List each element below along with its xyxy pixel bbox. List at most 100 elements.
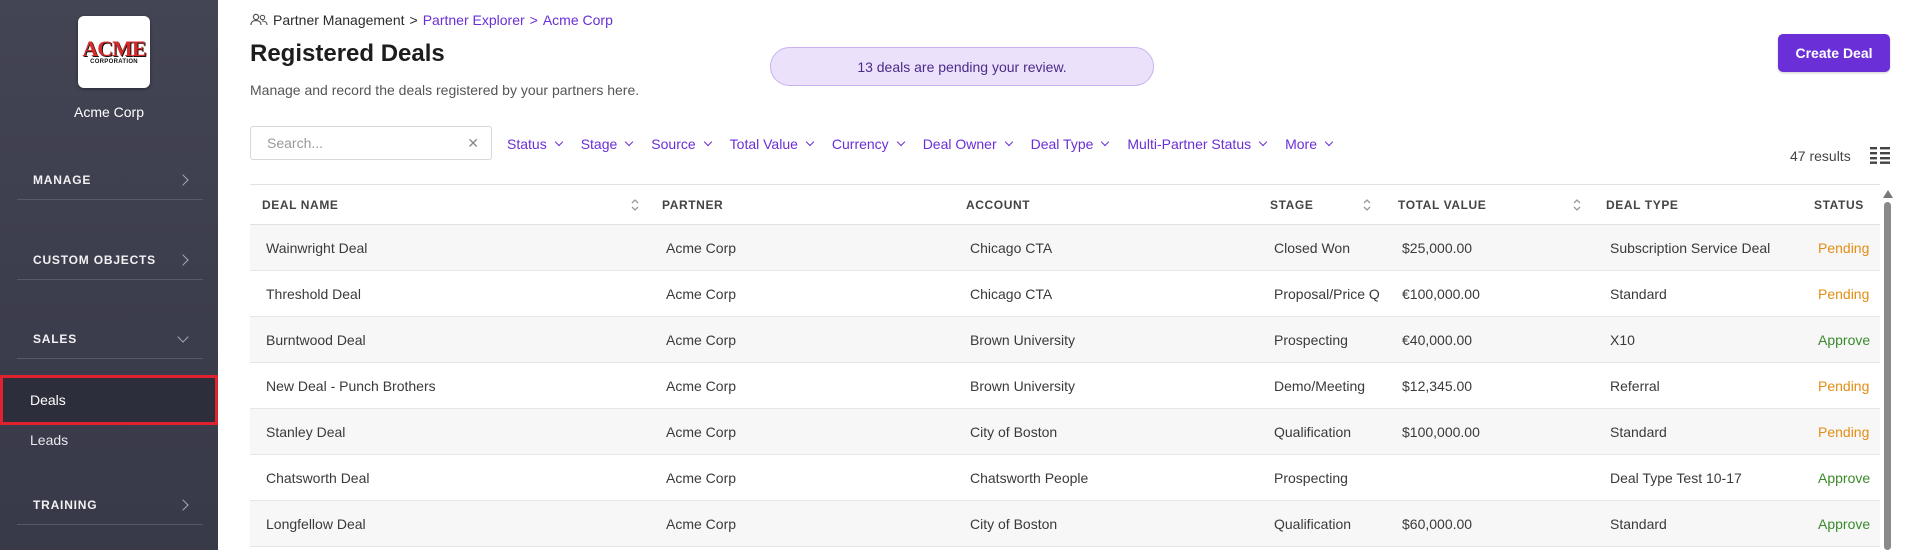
search-input[interactable] bbox=[267, 135, 457, 151]
breadcrumb-root: Partner Management bbox=[273, 12, 405, 28]
cell-account: City of Boston bbox=[970, 516, 1058, 532]
create-deal-button[interactable]: Create Deal bbox=[1778, 34, 1890, 72]
column-header-total-value[interactable]: TOTAL VALUE bbox=[1398, 198, 1486, 212]
table-row[interactable]: Longfellow Deal Acme Corp City of Boston… bbox=[250, 501, 1880, 547]
scroll-thumb[interactable] bbox=[1884, 202, 1891, 550]
results-count: 47 results bbox=[1790, 148, 1851, 164]
filter-label: Deal Type bbox=[1030, 136, 1094, 152]
sidebar-item-leads[interactable]: Leads bbox=[0, 418, 218, 462]
filter-deal-type[interactable]: Deal Type bbox=[1030, 136, 1110, 152]
sort-icon[interactable] bbox=[1572, 197, 1582, 213]
filter-label: Status bbox=[507, 136, 547, 152]
columns-icon[interactable] bbox=[1870, 146, 1890, 164]
cell-partner: Acme Corp bbox=[666, 424, 737, 440]
cell-stage: Qualification bbox=[1274, 424, 1352, 440]
chevron-down-icon bbox=[805, 137, 815, 147]
cell-status: Pending bbox=[1818, 240, 1870, 256]
sidebar-section-label: MANAGE bbox=[33, 172, 92, 187]
chevron-down-icon bbox=[554, 137, 563, 147]
table-row[interactable]: Threshold Deal Acme Corp Chicago CTA Pro… bbox=[250, 271, 1880, 317]
cell-status: Pending bbox=[1818, 378, 1870, 394]
cell-stage: Proposal/Price Q bbox=[1274, 286, 1380, 302]
cell-deal-name[interactable]: Threshold Deal bbox=[266, 286, 361, 302]
chevron-down-icon bbox=[625, 137, 634, 147]
sidebar-item-label: Deals bbox=[30, 392, 66, 408]
chevron-down-icon bbox=[896, 137, 905, 147]
sort-icon[interactable] bbox=[1362, 197, 1372, 213]
sidebar: ACME CORPORATION Acme Corp MANAGE CUSTOM… bbox=[0, 0, 218, 550]
cell-status: Pending bbox=[1818, 286, 1870, 302]
cell-total-value: $12,345.00 bbox=[1402, 378, 1473, 394]
filter-stage[interactable]: Stage bbox=[581, 136, 634, 152]
cell-deal-name[interactable]: Chatsworth Deal bbox=[266, 470, 370, 486]
breadcrumb: Partner Management > Partner Explorer > … bbox=[250, 12, 613, 28]
pending-review-banner[interactable]: 13 deals are pending your review. bbox=[770, 47, 1154, 86]
page-title: Registered Deals bbox=[250, 40, 445, 67]
table-row[interactable]: New Deal - Punch Brothers Acme Corp Brow… bbox=[250, 363, 1880, 409]
cell-stage: Prospecting bbox=[1274, 470, 1348, 486]
table-row[interactable]: Stanley Deal Acme Corp City of Boston Qu… bbox=[250, 409, 1880, 455]
logo-wordmark: ACME bbox=[82, 35, 146, 61]
column-header-account[interactable]: ACCOUNT bbox=[966, 198, 1030, 212]
chevron-down-icon bbox=[703, 137, 712, 147]
filter-label: Multi-Partner Status bbox=[1127, 136, 1252, 152]
cell-partner: Acme Corp bbox=[666, 286, 737, 302]
cell-status: Approve bbox=[1818, 516, 1871, 532]
cell-account: City of Boston bbox=[970, 424, 1058, 440]
table-row[interactable]: Chatsworth Deal Acme Corp Chatsworth Peo… bbox=[250, 455, 1880, 501]
cell-deal-name[interactable]: Burntwood Deal bbox=[266, 332, 366, 348]
breadcrumb-acme-corp[interactable]: Acme Corp bbox=[543, 12, 613, 28]
sort-icon[interactable] bbox=[630, 197, 640, 213]
column-header-partner[interactable]: PARTNER bbox=[662, 198, 723, 212]
org-logo[interactable]: ACME CORPORATION bbox=[78, 16, 150, 88]
cell-account: Chicago CTA bbox=[970, 240, 1053, 256]
table-scrollbar[interactable] bbox=[1882, 190, 1894, 550]
sidebar-section-sales[interactable]: SALES bbox=[17, 319, 203, 359]
cell-deal-name[interactable]: Wainwright Deal bbox=[266, 240, 367, 256]
filter-total-value[interactable]: Total Value bbox=[729, 136, 815, 152]
filter-currency[interactable]: Currency bbox=[831, 136, 905, 152]
cell-status: Approve bbox=[1818, 332, 1871, 348]
sidebar-section-label: CUSTOM OBJECTS bbox=[33, 252, 156, 267]
cell-total-value: $60,000.00 bbox=[1402, 516, 1473, 532]
column-header-stage[interactable]: STAGE bbox=[1270, 198, 1313, 212]
filter-status[interactable]: Status bbox=[507, 136, 563, 152]
search-field[interactable]: ✕ bbox=[250, 126, 492, 160]
table-header: DEAL NAME PARTNER ACCOUNT STAGE TOTAL VA… bbox=[250, 184, 1880, 225]
cell-deal-name[interactable]: New Deal - Punch Brothers bbox=[266, 378, 436, 394]
cell-deal-type: Subscription Service Deal bbox=[1610, 240, 1771, 256]
cell-deal-name[interactable]: Stanley Deal bbox=[266, 424, 345, 440]
app-root: ACME CORPORATION Acme Corp MANAGE CUSTOM… bbox=[0, 0, 1921, 550]
filter-multi-partner-status[interactable]: Multi-Partner Status bbox=[1127, 136, 1268, 152]
filter-deal-owner[interactable]: Deal Owner bbox=[923, 136, 1013, 152]
page-subtitle: Manage and record the deals registered b… bbox=[250, 82, 640, 98]
breadcrumb-partner-explorer[interactable]: Partner Explorer bbox=[423, 12, 525, 28]
people-icon bbox=[250, 13, 268, 26]
table-row[interactable]: Wainwright Deal Acme Corp Chicago CTA Cl… bbox=[250, 225, 1880, 271]
column-header-deal-name[interactable]: DEAL NAME bbox=[262, 198, 339, 212]
filter-bar: Status Stage Source Total Value Currency… bbox=[507, 136, 1351, 152]
cell-deal-type: Standard bbox=[1610, 516, 1667, 532]
filter-label: More bbox=[1285, 136, 1318, 152]
clear-search-icon[interactable]: ✕ bbox=[467, 135, 479, 152]
cell-deal-type: Standard bbox=[1610, 286, 1667, 302]
column-header-deal-type[interactable]: DEAL TYPE bbox=[1606, 198, 1679, 212]
filter-more[interactable]: More bbox=[1285, 136, 1334, 152]
sidebar-section-custom-objects[interactable]: CUSTOM OBJECTS bbox=[17, 240, 203, 280]
cell-deal-type: Standard bbox=[1610, 424, 1667, 440]
filter-label: Source bbox=[651, 136, 696, 152]
column-header-status[interactable]: STATUS bbox=[1814, 198, 1864, 212]
sidebar-section-manage[interactable]: MANAGE bbox=[17, 160, 203, 200]
filter-label: Currency bbox=[831, 136, 889, 152]
table-row[interactable]: Burntwood Deal Acme Corp Brown Universit… bbox=[250, 317, 1880, 363]
cell-account: Brown University bbox=[970, 378, 1076, 394]
chevron-down-icon bbox=[1258, 137, 1268, 147]
filter-source[interactable]: Source bbox=[651, 136, 712, 152]
sidebar-section-training[interactable]: TRAINING bbox=[17, 485, 203, 525]
scroll-up-arrow-icon[interactable] bbox=[1883, 190, 1893, 198]
cell-partner: Acme Corp bbox=[666, 332, 737, 348]
breadcrumb-separator: > bbox=[409, 12, 418, 28]
filter-label: Total Value bbox=[729, 136, 798, 152]
cell-deal-name[interactable]: Longfellow Deal bbox=[266, 516, 366, 532]
deals-table: DEAL NAME PARTNER ACCOUNT STAGE TOTAL VA… bbox=[250, 184, 1880, 547]
